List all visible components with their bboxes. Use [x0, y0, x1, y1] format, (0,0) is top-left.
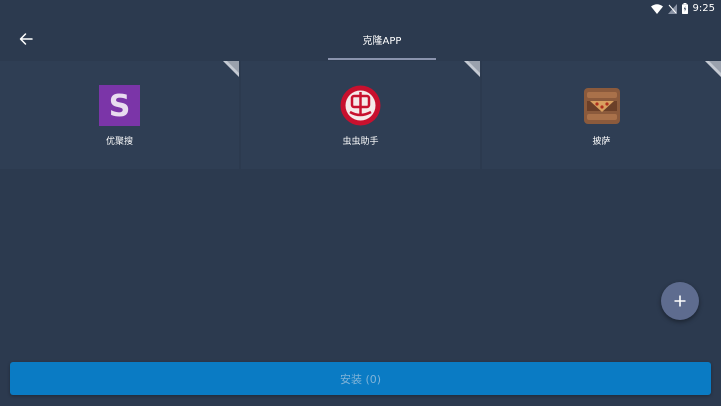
arrow-left-icon	[19, 33, 33, 45]
tab-indicator	[328, 58, 436, 60]
status-time: 9:25	[692, 3, 715, 14]
tab-clone-app[interactable]: 克隆APP	[328, 17, 436, 61]
status-bar: 9:25	[0, 0, 721, 17]
install-button[interactable]: 安装 (0)	[10, 362, 711, 395]
toolbar: 克隆APP	[0, 17, 721, 61]
corner-mark-icon	[705, 61, 721, 77]
back-button[interactable]	[14, 27, 38, 51]
app-cell-youjusou[interactable]: S 优聚搜	[0, 61, 239, 169]
app-cell-pizza[interactable]: 披萨	[482, 61, 721, 169]
youjusou-app-icon: S	[99, 85, 140, 126]
wifi-icon	[650, 0, 663, 18]
app-grid: S 优聚搜 虫虫助手 披萨	[0, 61, 721, 169]
app-name: 披萨	[592, 137, 611, 147]
tab-label: 克隆APP	[362, 35, 402, 47]
app-cell-chongchong[interactable]: 虫虫助手	[241, 61, 480, 169]
svg-text:S: S	[109, 89, 131, 124]
status-icons: 9:25	[650, 0, 715, 18]
signal-off-icon	[667, 0, 677, 18]
pizza-app-icon	[581, 85, 622, 126]
plus-icon	[674, 295, 686, 307]
battery-icon	[681, 0, 688, 18]
chongchong-app-icon	[340, 85, 381, 126]
app-name: 优聚搜	[105, 137, 133, 147]
corner-mark-icon	[223, 61, 239, 77]
add-app-button[interactable]	[661, 282, 699, 320]
corner-mark-icon	[464, 61, 480, 77]
app-name: 虫虫助手	[342, 137, 379, 147]
